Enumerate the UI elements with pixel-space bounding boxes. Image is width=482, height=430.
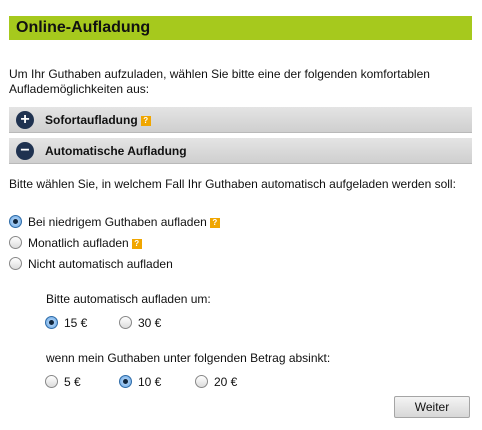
amount-label: Bitte automatisch aufladen um:	[46, 292, 211, 306]
weiter-button[interactable]: Weiter	[394, 396, 470, 418]
radio-button[interactable]	[9, 257, 22, 270]
intro-text: Um Ihr Guthaben aufzuladen, wählen Sie b…	[9, 67, 430, 96]
option-label: Nicht automatisch aufladen	[28, 257, 173, 271]
radio-button[interactable]	[119, 316, 132, 329]
section-sofortaufladung[interactable]: + Sofortaufladung?	[9, 107, 472, 133]
help-icon[interactable]: ?	[209, 218, 220, 228]
mode-option-monthly[interactable]: Monatlich aufladen?	[9, 236, 142, 252]
section-label: Sofortaufladung	[45, 113, 138, 127]
mode-option-none[interactable]: Nicht automatisch aufladen	[9, 257, 173, 273]
option-label: 5 €	[64, 375, 81, 389]
mode-question: Bitte wählen Sie, in welchem Fall Ihr Gu…	[9, 177, 456, 191]
radio-button[interactable]	[195, 375, 208, 388]
threshold-label: wenn mein Guthaben unter folgenden Betra…	[46, 351, 331, 365]
radio-button[interactable]	[9, 236, 22, 249]
help-icon[interactable]: ?	[140, 116, 151, 126]
mode-option-low-balance[interactable]: Bei niedrigem Guthaben aufladen?	[9, 215, 220, 231]
option-label: 30 €	[138, 316, 162, 330]
option-label: Bei niedrigem Guthaben aufladen	[28, 215, 207, 229]
page-title: Online-Aufladung	[16, 19, 151, 36]
radio-button[interactable]	[119, 375, 132, 388]
section-automatische-aufladung[interactable]: − Automatische Aufladung	[9, 138, 472, 164]
minus-icon[interactable]: −	[16, 142, 34, 160]
threshold-option-5[interactable]: 5 €	[45, 375, 81, 391]
section-label: Automatische Aufladung	[45, 144, 187, 158]
threshold-option-20[interactable]: 20 €	[195, 375, 237, 391]
option-label: 10 €	[138, 375, 162, 389]
option-label: 20 €	[214, 375, 238, 389]
amount-option-30[interactable]: 30 €	[119, 316, 161, 332]
radio-button[interactable]	[45, 375, 58, 388]
plus-icon[interactable]: +	[16, 111, 34, 129]
page-header: Online-Aufladung	[9, 16, 472, 40]
threshold-option-10[interactable]: 10 €	[119, 375, 161, 391]
radio-button[interactable]	[45, 316, 58, 329]
option-label: Monatlich aufladen	[28, 236, 129, 250]
option-label: 15 €	[64, 316, 88, 330]
amount-option-15[interactable]: 15 €	[45, 316, 87, 332]
help-icon[interactable]: ?	[131, 239, 142, 249]
radio-button[interactable]	[9, 215, 22, 228]
